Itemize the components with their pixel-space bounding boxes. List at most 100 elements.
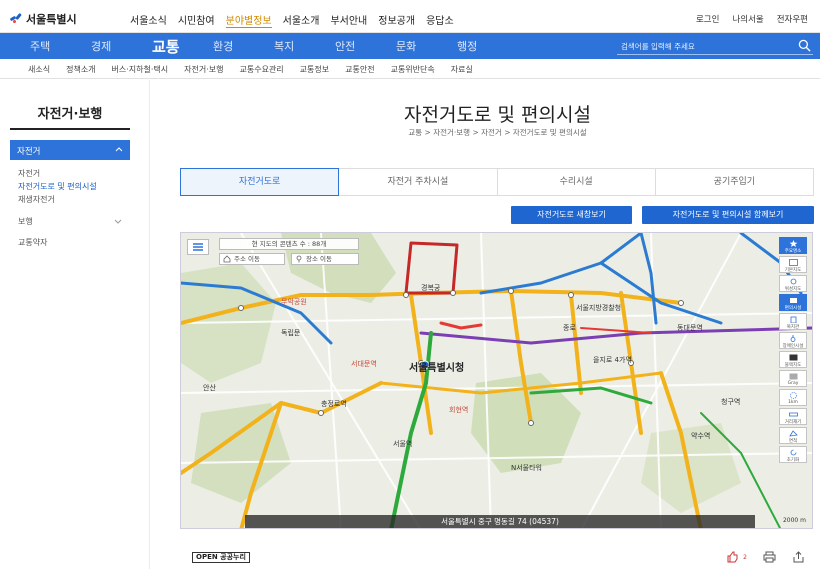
radius-icon	[790, 392, 797, 399]
wheelchair-icon	[790, 335, 796, 342]
map-label-jongno: 종로	[563, 324, 576, 332]
map-tool-facilities[interactable]: 편의시설	[779, 294, 807, 311]
top-nav-response[interactable]: 응답소	[426, 12, 454, 28]
map-tool-satellite-label: 위성지도	[784, 287, 802, 292]
gray-map-icon	[789, 373, 798, 380]
sub-nav-violation[interactable]: 교통위반단속	[391, 64, 435, 75]
map-tool-landmarks[interactable]: 주요명소	[779, 237, 807, 254]
my-seoul-link[interactable]: 나의서울	[732, 13, 763, 25]
main-nav-welfare[interactable]: 복지	[274, 38, 335, 54]
sub-nav-archive[interactable]: 자료실	[451, 64, 473, 75]
top-nav-news[interactable]: 서울소식	[130, 12, 167, 28]
open-bike-roads-new-window-button[interactable]: 자전거도로 새창보기	[511, 206, 632, 224]
main-nav-transport[interactable]: 교통	[152, 36, 213, 57]
map-address-bar: 서울특별시 중구 명동길 74 (04537)	[245, 515, 755, 528]
map-tool-satellite[interactable]: 위성지도	[779, 275, 807, 292]
map-content-count: 현 지도의 콘텐츠 수 : 88개	[219, 238, 359, 250]
sidebar-item-walk-label: 보행	[18, 217, 33, 226]
tab-bike-parking[interactable]: 자전거 주차시설	[339, 168, 498, 196]
print-icon[interactable]	[763, 551, 776, 563]
sub-nav-bicycle-walk[interactable]: 자전거·보행	[184, 64, 223, 75]
login-link[interactable]: 로그인	[696, 13, 719, 25]
top-nav-participation[interactable]: 시민참여	[178, 12, 215, 28]
top-utility-bar: 서울특별시 서울소식 시민참여 분야별정보 서울소개 부서안내 정보공개 응답소…	[0, 0, 820, 33]
map-icon	[789, 259, 798, 266]
map-label-dongdaemun: 동대문역	[677, 324, 703, 332]
main-nav-administration[interactable]: 행정	[457, 38, 518, 54]
search-icon[interactable]	[798, 39, 811, 52]
search-input[interactable]	[617, 38, 787, 54]
top-nav-departments[interactable]: 부서안내	[330, 12, 367, 28]
thumbs-up-icon[interactable]	[726, 551, 739, 563]
map-tool-gray-map[interactable]: Gray	[779, 370, 807, 387]
map-tool-welfare[interactable]: 복지관	[779, 313, 807, 330]
page-title: 자전거도로 및 편의시설	[404, 104, 591, 126]
sidebar-item-bicycle-label: 자전거	[17, 147, 41, 157]
ruler-icon	[789, 412, 798, 417]
main-nav-safety[interactable]: 안전	[335, 38, 396, 54]
tab-repair[interactable]: 수리시설	[497, 168, 656, 196]
main-nav: 주택 경제 교통 환경 복지 안전 문화 행정	[0, 33, 820, 59]
map-tool-reset-label: 초기화	[786, 458, 800, 463]
map-label-ansan: 안산	[203, 384, 216, 392]
main-nav-environment[interactable]: 환경	[213, 38, 274, 54]
top-nav-info-disclosure[interactable]: 정보공개	[378, 12, 415, 28]
search-box	[617, 38, 813, 55]
map-tool-measure-area-label: 면적	[788, 439, 798, 444]
map-tool-measure-distance[interactable]: 거리재기	[779, 408, 807, 425]
sub-nav-policy[interactable]: 정책소개	[66, 64, 95, 75]
black-map-icon	[789, 354, 798, 361]
chevron-down-icon	[114, 219, 122, 224]
view-roads-and-facilities-button[interactable]: 자전거도로 및 편의시설 함께보기	[642, 206, 814, 224]
map-label-yaksu: 약수역	[691, 432, 711, 440]
map-tool-reset[interactable]: 초기화	[779, 446, 807, 463]
map-tool-disability[interactable]: 장애인시설	[779, 332, 807, 349]
seoul-logo-icon	[9, 12, 23, 24]
top-nav-field-info[interactable]: 분야별정보	[225, 12, 272, 28]
tab-bike-roads[interactable]: 자전거도로	[180, 168, 340, 196]
left-sidebar: 자전거·보행 자전거 자전거 자전거도로 및 편의시설 재생자전거 보행 교통약…	[0, 80, 150, 569]
hamburger-icon	[193, 243, 203, 251]
top-nav-about[interactable]: 서울소개	[283, 12, 320, 28]
sub-nav-traffic-info[interactable]: 교통정보	[300, 64, 329, 75]
map-label-namsan-tower: N서울타워	[511, 464, 542, 472]
main-nav-economy[interactable]: 경제	[91, 38, 152, 54]
map-tool-basic-map[interactable]: 기본지도	[779, 256, 807, 273]
sub-nav-news[interactable]: 새소식	[28, 64, 50, 75]
like-count: 2	[743, 553, 747, 561]
chevron-up-icon	[115, 147, 123, 152]
address-move-button[interactable]: 주소 이동	[219, 253, 285, 265]
map-tool-black-map[interactable]: 블랙지도	[779, 351, 807, 368]
map-tool-gray-map-label: Gray	[787, 381, 799, 386]
sub-nav-traffic-safety[interactable]: 교통안전	[345, 64, 374, 75]
share-icon[interactable]	[792, 551, 805, 563]
address-move-label: 주소 이동	[234, 255, 260, 263]
sidebar-sub-bike-roads[interactable]: 자전거도로 및 편의시설	[18, 181, 97, 192]
tab-air-pump[interactable]: 공기주입기	[655, 168, 814, 196]
top-nav: 서울소식 시민참여 분야별정보 서울소개 부서안내 정보공개 응답소	[130, 12, 454, 28]
refresh-icon	[790, 449, 797, 456]
sidebar-sub-recycled-bike[interactable]: 재생자전거	[18, 194, 55, 205]
email-link[interactable]: 전자우편	[777, 13, 808, 25]
map-label-city-hall: 서울특별시청	[409, 363, 465, 374]
map-menu-button[interactable]	[187, 239, 209, 255]
bike-road-map[interactable]: 서울특별시청 경복궁 종로 서울역 충정로역 동대문역 을지로 4가역 무악공원…	[180, 232, 813, 529]
seoul-logo[interactable]: 서울특별시	[9, 11, 77, 27]
place-move-button[interactable]: 장소 이동	[291, 253, 359, 265]
map-tool-measure-area[interactable]: 면적	[779, 427, 807, 444]
map-scale: 2000 m	[782, 517, 806, 524]
map-tool-1km[interactable]: 1km	[779, 389, 807, 406]
sidebar-item-walk[interactable]: 보행	[18, 216, 122, 227]
sub-nav-bus-subway-taxi[interactable]: 버스·지하철·택시	[112, 64, 169, 75]
sidebar-sub-bicycle[interactable]: 자전거	[18, 168, 40, 179]
sidebar-item-bicycle[interactable]: 자전거	[10, 140, 130, 160]
main-nav-culture[interactable]: 문화	[396, 38, 457, 54]
sub-nav-demand[interactable]: 교통수요관리	[240, 64, 284, 75]
map-label-hoehyeon: 회현역	[449, 406, 469, 414]
sidebar-item-mobility-impaired[interactable]: 교통약자	[18, 237, 47, 248]
map-tool-measure-distance-label: 거리재기	[784, 420, 802, 425]
sidebar-title: 자전거·보행	[37, 107, 103, 122]
map-canvas[interactable]	[181, 233, 813, 529]
map-label-euljiro: 을지로 4가역	[593, 356, 632, 364]
main-nav-housing[interactable]: 주택	[30, 38, 91, 54]
